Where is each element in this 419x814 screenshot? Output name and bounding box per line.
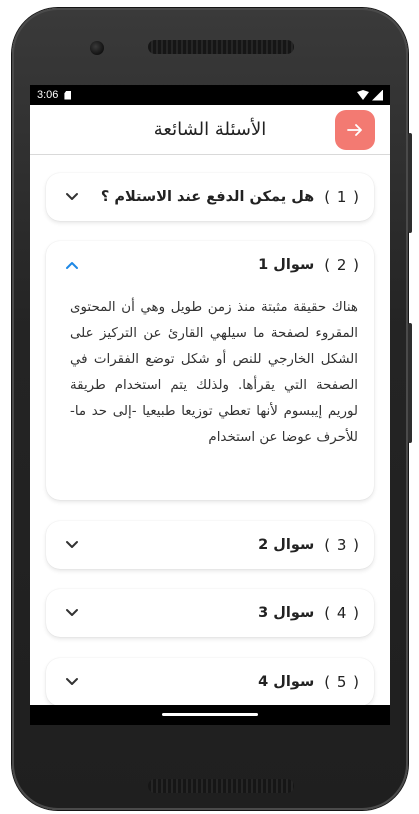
chevron-down-icon[interactable] — [64, 537, 80, 553]
faq-item-number: ( 1 ) — [324, 188, 360, 206]
chevron-up-icon[interactable] — [64, 257, 80, 273]
faq-item-question: هل يمكن الدفع عند الاستلام ؟ — [100, 189, 315, 205]
faq-item-header[interactable]: ( 5 ) سوال 4 — [46, 658, 374, 706]
faq-list: ( 1 ) هل يمكن الدفع عند الاستلام ؟ ( 2 )… — [30, 155, 390, 715]
app-bar: الأسئلة الشائعة — [30, 105, 390, 155]
faq-item-header[interactable]: ( 1 ) هل يمكن الدفع عند الاستلام ؟ — [46, 173, 374, 221]
faq-item-1[interactable]: ( 1 ) هل يمكن الدفع عند الاستلام ؟ — [46, 173, 374, 221]
chevron-down-icon[interactable] — [64, 189, 80, 205]
front-camera — [90, 41, 104, 55]
power-button — [408, 133, 412, 233]
back-button[interactable] — [335, 110, 375, 150]
faq-item-number: ( 4 ) — [324, 604, 360, 622]
faq-item-number: ( 3 ) — [324, 536, 360, 554]
volume-button — [408, 323, 412, 443]
faq-item-question: سوال 4 — [258, 674, 315, 690]
faq-item-header[interactable]: ( 2 ) سوال 1 — [46, 241, 374, 289]
faq-item-number: ( 5 ) — [324, 673, 360, 691]
status-bar: 3:06 — [30, 85, 390, 105]
faq-item-answer: هناك حقيقة مثبتة منذ زمن طويل وهي أن الم… — [70, 300, 358, 445]
faq-item-3[interactable]: ( 3 ) سوال 2 — [46, 521, 374, 569]
navigation-bar — [30, 705, 390, 725]
page-title: الأسئلة الشائعة — [153, 119, 267, 140]
faq-item-question: سوال 2 — [258, 537, 315, 553]
faq-item-5[interactable]: ( 5 ) سوال 4 — [46, 658, 374, 706]
earpiece-speaker — [148, 40, 294, 54]
home-indicator[interactable] — [162, 713, 258, 716]
chevron-down-icon[interactable] — [64, 674, 80, 690]
faq-item-header[interactable]: ( 4 ) سوال 3 — [46, 589, 374, 637]
faq-item-number: ( 2 ) — [324, 256, 360, 274]
cell-signal-icon — [372, 89, 383, 101]
app-screen: 3:06 الأسئلة الشائعة ( 1 ) هل يمكن الدفع… — [30, 85, 390, 725]
faq-item-4[interactable]: ( 4 ) سوال 3 — [46, 589, 374, 637]
chevron-down-icon[interactable] — [64, 605, 80, 621]
bottom-speaker — [148, 779, 294, 793]
arrow-right-icon — [347, 124, 362, 136]
faq-item-question: سوال 1 — [258, 257, 315, 273]
faq-item-2[interactable]: ( 2 ) سوال 1 هناك حقيقة مثبتة منذ زمن طو… — [46, 241, 374, 500]
sd-card-icon — [64, 90, 72, 100]
faq-item-header[interactable]: ( 3 ) سوال 2 — [46, 521, 374, 569]
wifi-icon — [357, 90, 369, 100]
faq-item-question: سوال 3 — [258, 605, 315, 621]
status-time: 3:06 — [37, 89, 59, 101]
